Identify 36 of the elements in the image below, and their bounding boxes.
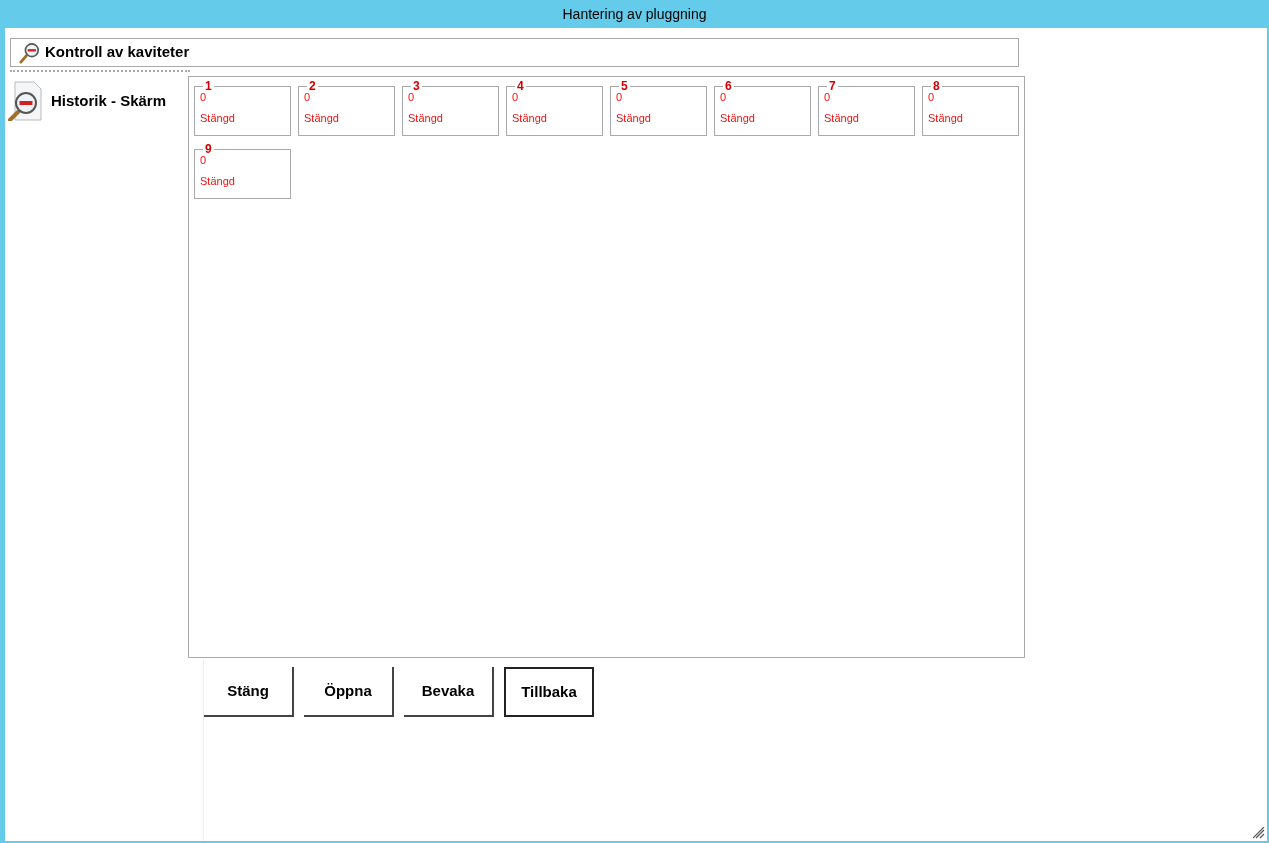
action-button[interactable]: Stäng [204,667,294,717]
cavity-number: 3 [412,80,421,92]
header-title: Kontroll av kaviteter [45,42,190,63]
cavity-value: 0 [408,91,416,104]
action-button[interactable]: Bevaka [404,667,494,717]
cavity-status: Stängd [928,112,964,125]
cavity-number: 7 [828,80,837,92]
action-button[interactable]: Tillbaka [504,667,594,717]
cavity-status: Stängd [408,112,444,125]
cavity-status: Stängd [200,112,236,125]
cavity-status: Stängd [824,112,860,125]
cavity-value: 0 [512,91,520,104]
window-title: Hantering av pluggning [561,4,708,24]
nav-item[interactable]: Historik - Skärm [7,81,188,121]
cavity-status: Stängd [304,112,340,125]
cavity-value: 0 [928,91,936,104]
cavity-number: 1 [204,80,213,92]
cavity-number: 6 [724,80,733,92]
cavity-value: 0 [720,91,728,104]
cavity-number: 2 [308,80,317,92]
cavity-value: 0 [200,154,208,167]
cavity-value: 0 [824,91,832,104]
cavity-value: 0 [616,91,624,104]
cavity-number: 9 [204,143,213,155]
cavity-value: 0 [200,91,208,104]
cavity-number: 8 [932,80,941,92]
cavity-number: 4 [516,80,525,92]
action-button[interactable]: Öppna [304,667,394,717]
cavity-status: Stängd [720,112,756,125]
cavity-value: 0 [304,91,312,104]
cavity-status: Stängd [512,112,548,125]
cavity-status: Stängd [200,175,236,188]
cavity-status: Stängd [616,112,652,125]
cavity-number: 5 [620,80,629,92]
magnifier-icon [19,41,41,64]
resize-grip-icon [1253,827,1265,839]
